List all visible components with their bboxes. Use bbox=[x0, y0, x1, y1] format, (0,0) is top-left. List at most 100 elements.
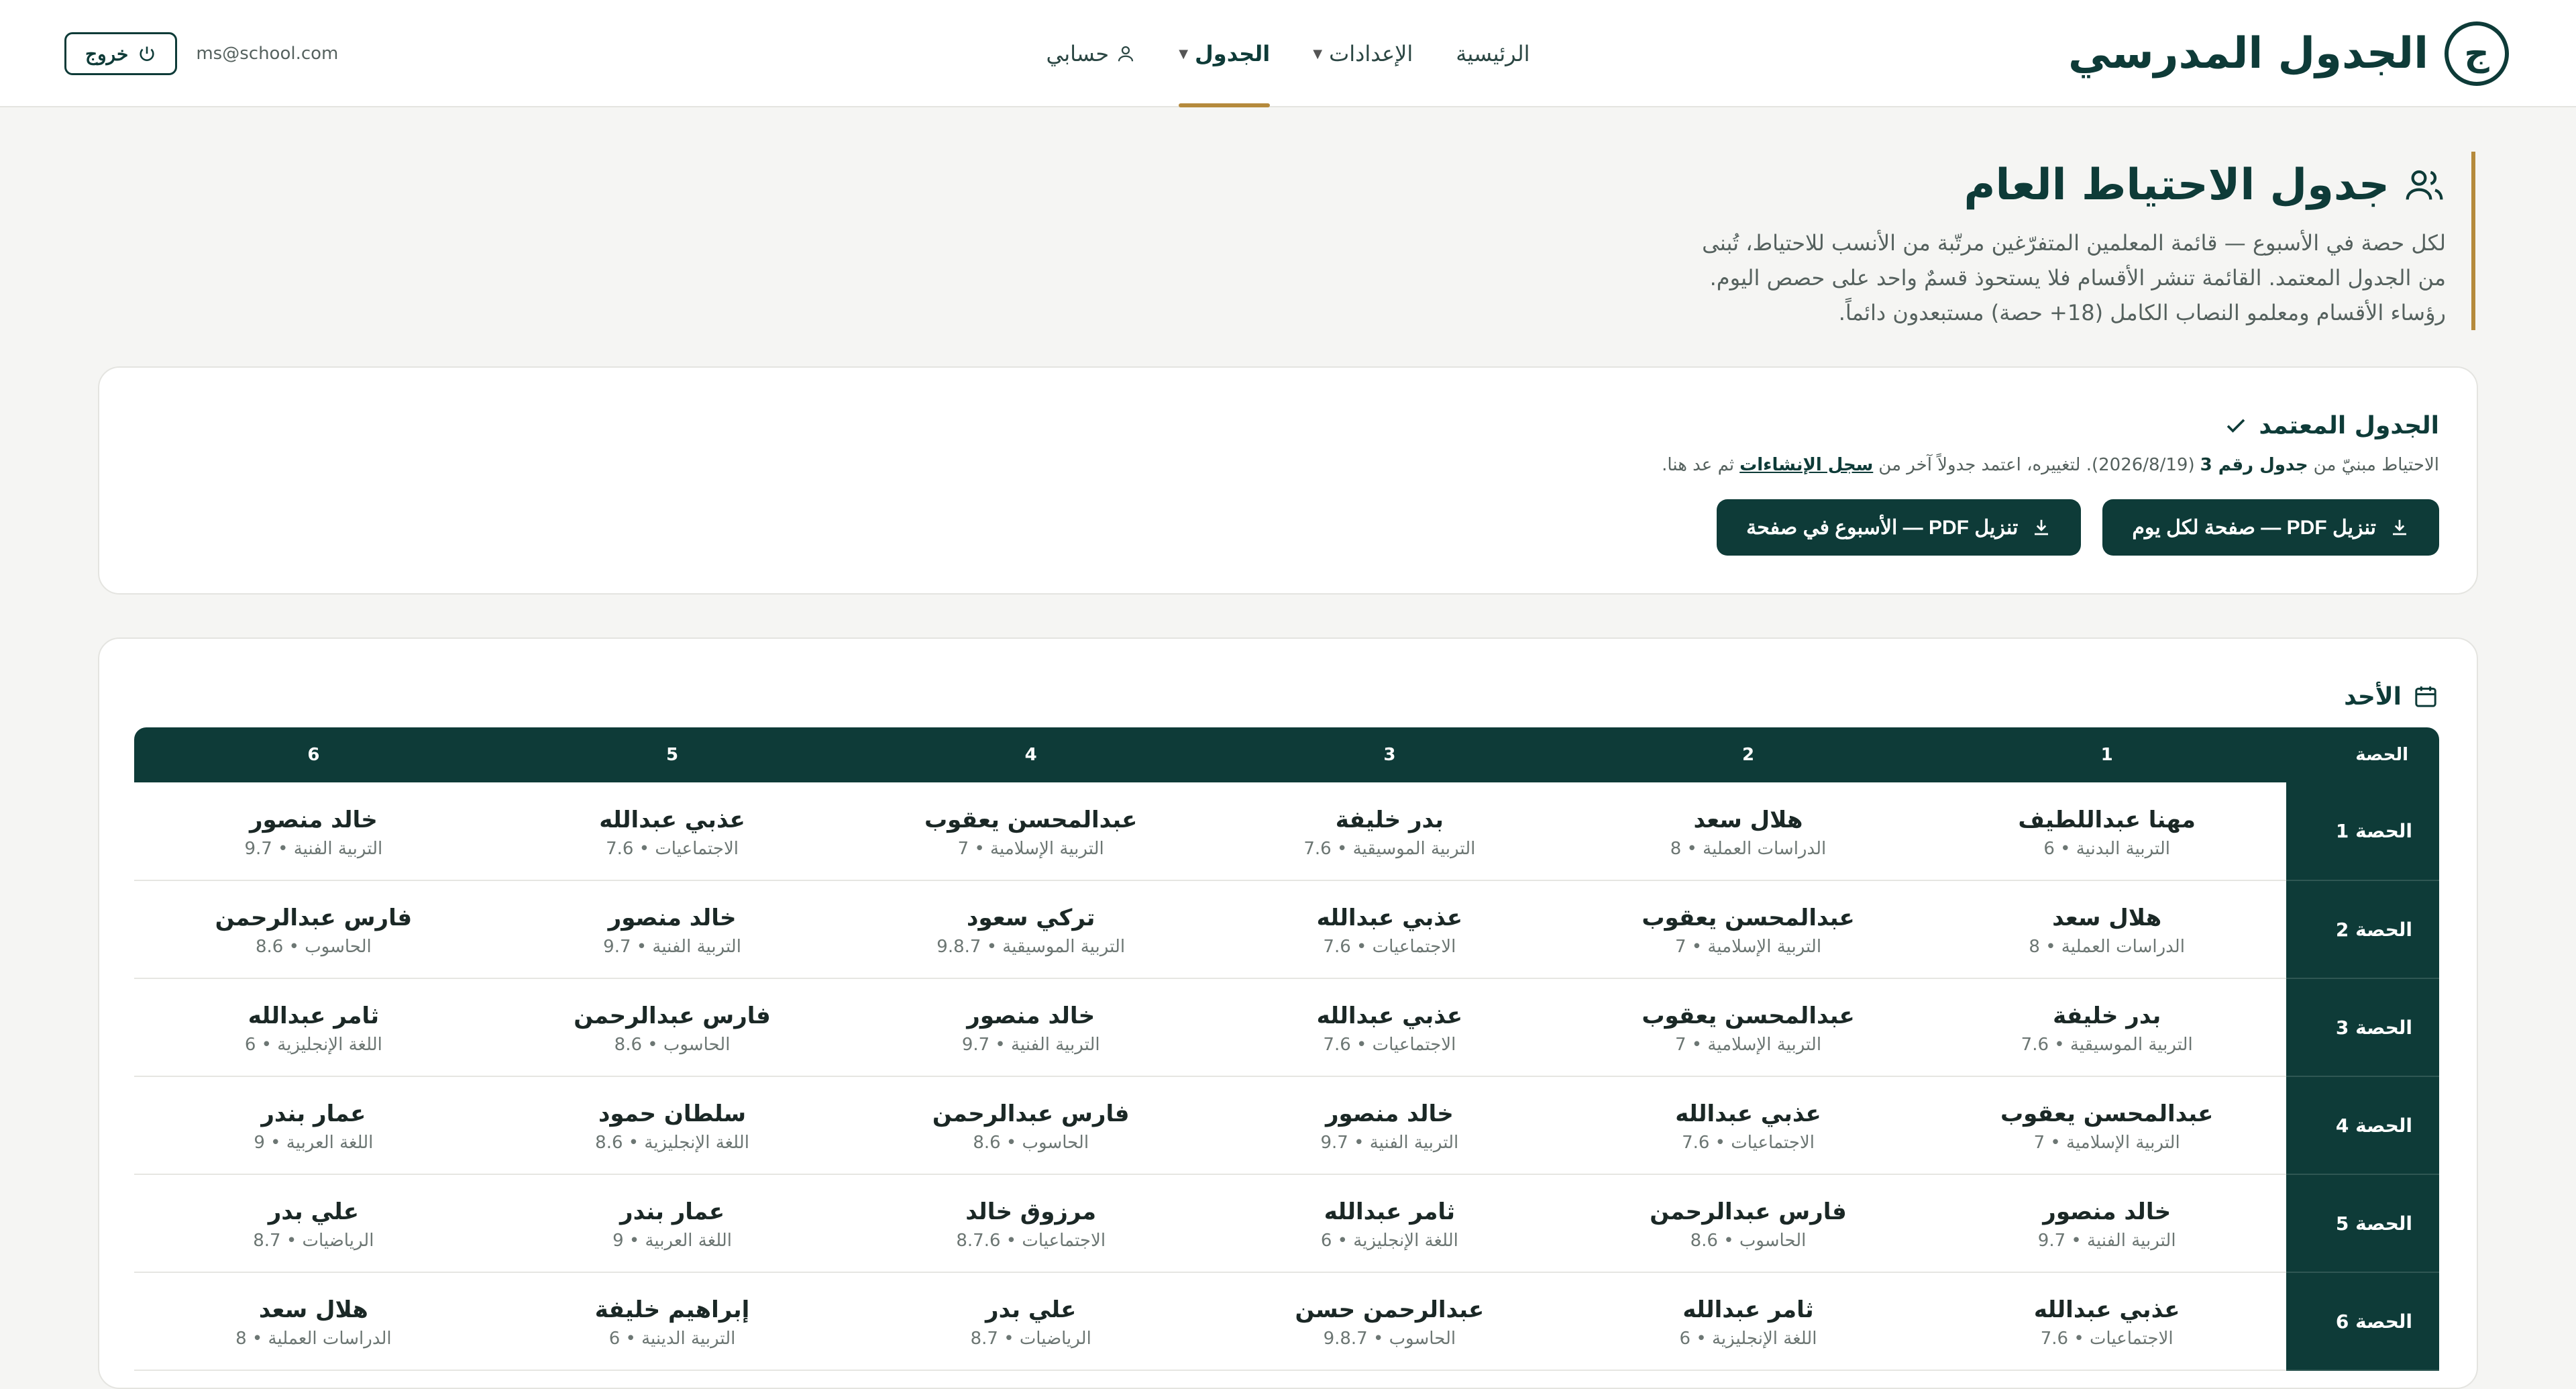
teacher-subject: الاجتماعيات • 7.6 bbox=[1323, 1035, 1456, 1055]
download-pdf-per-day-button[interactable]: تنزيل PDF — صفحة لكل يوم bbox=[2102, 499, 2439, 556]
standby-timetable: الحصة 1 2 3 4 5 6 الحصة 1 مهنا عبداللطيف ا… bbox=[134, 727, 2439, 1371]
teacher-name: عمار بندر bbox=[261, 1100, 366, 1127]
teacher-cell[interactable]: ثامر عبدالله اللغة الإنجليزية • 6 bbox=[1568, 1272, 1928, 1371]
teacher-subject: التربية الفنية • 9.7 bbox=[244, 838, 383, 859]
teacher-cell[interactable]: علي بدر الرياضيات • 8.7 bbox=[851, 1272, 1211, 1371]
teacher-subject: الاجتماعيات • 8.7.6 bbox=[956, 1231, 1106, 1251]
builds-log-link[interactable]: سجل الإنشاءات bbox=[1739, 455, 1873, 475]
teacher-subject: الرياضيات • 8.7 bbox=[970, 1329, 1091, 1349]
teacher-cell[interactable]: عذبي عبدالله الاجتماعيات • 7.6 bbox=[1568, 1076, 1928, 1175]
teacher-cell[interactable]: بدر خليفة التربية الموسيقية • 7.6 bbox=[1927, 978, 2286, 1077]
column-header: 4 bbox=[851, 727, 1211, 782]
nav-account-label: حسابي bbox=[1046, 41, 1110, 66]
teacher-subject: اللغة الإنجليزية • 6 bbox=[244, 1035, 382, 1055]
teacher-subject: الحاسوب • 8.6 bbox=[1690, 1231, 1807, 1251]
teacher-name: ثامر عبدالله bbox=[248, 1002, 379, 1029]
teacher-cell[interactable]: عبدالمحسن يعقوب التربية الإسلامية • 7 bbox=[1927, 1076, 2286, 1175]
teacher-name: ثامر عبدالله bbox=[1682, 1296, 1814, 1323]
teacher-cell[interactable]: ثامر عبدالله اللغة الإنجليزية • 6 bbox=[134, 978, 493, 1077]
table-row: الحصة 3 بدر خليفة التربية الموسيقية • 7.6 ع… bbox=[134, 978, 2439, 1077]
teacher-cell[interactable]: عذبي عبدالله الاجتماعيات • 7.6 bbox=[1210, 978, 1569, 1077]
teacher-cell[interactable]: إبراهيم خليفة التربية الدينية • 6 bbox=[492, 1272, 852, 1371]
teacher-cell[interactable]: هلال سعد الدراسات العملية • 8 bbox=[1927, 880, 2286, 979]
note-text: الاحتياط مبنيّ من bbox=[2313, 455, 2439, 475]
teacher-cell[interactable]: عبدالمحسن يعقوب التربية الإسلامية • 7 bbox=[1568, 880, 1928, 979]
teacher-subject: الحاسوب • 8.6 bbox=[255, 937, 372, 957]
teacher-cell[interactable]: فارس عبدالرحمن الحاسوب • 8.6 bbox=[134, 880, 493, 979]
logout-button[interactable]: خروج bbox=[64, 32, 178, 75]
teacher-subject: الرياضيات • 8.7 bbox=[253, 1231, 374, 1251]
column-header: 2 bbox=[1568, 727, 1928, 782]
brand[interactable]: ج الجدول المدرسي bbox=[2068, 20, 2509, 87]
teacher-name: مهنا عبداللطيف bbox=[2018, 806, 2196, 833]
teacher-subject: الاجتماعيات • 7.6 bbox=[1323, 937, 1456, 957]
nav-settings[interactable]: الإعدادات ▼ bbox=[1313, 0, 1413, 107]
teacher-name: عبدالمحسن يعقوب bbox=[924, 806, 1138, 833]
teacher-cell[interactable]: عذبي عبدالله الاجتماعيات • 7.6 bbox=[492, 782, 852, 881]
brand-logo-icon: ج bbox=[2445, 21, 2509, 86]
schedule-number: جدول رقم 3 bbox=[2200, 455, 2308, 475]
top-navbar: ج الجدول المدرسي الرئيسية الإعدادات ▼ ال… bbox=[0, 0, 2576, 107]
teacher-cell[interactable]: عبدالرحمن حسن الحاسوب • 9.8.7 bbox=[1210, 1272, 1569, 1371]
teacher-cell[interactable]: عمار بندر اللغة العربية • 9 bbox=[134, 1076, 493, 1175]
calendar-icon bbox=[2415, 686, 2436, 707]
teacher-cell[interactable]: سلطان حمود اللغة الإنجليزية • 8.6 bbox=[492, 1076, 852, 1175]
teacher-cell[interactable]: مرزوق خالد الاجتماعيات • 8.7.6 bbox=[851, 1174, 1211, 1273]
users-icon bbox=[2406, 170, 2443, 200]
teacher-cell[interactable]: عبدالمحسن يعقوب التربية الإسلامية • 7 bbox=[1568, 978, 1928, 1077]
approved-schedule-card: الجدول المعتمد الاحتياط مبنيّ من جدول رق… bbox=[98, 366, 2478, 595]
teacher-name: عذبي عبدالله bbox=[1316, 905, 1463, 931]
chevron-down-icon: ▼ bbox=[1313, 46, 1323, 61]
teacher-subject: التربية الإسلامية • 7 bbox=[1674, 1035, 1822, 1055]
day-name: الأحد bbox=[2344, 682, 2402, 711]
header-account-area: خروج ms@school.com bbox=[64, 32, 338, 75]
teacher-cell[interactable]: هلال سعد الدراسات العملية • 8 bbox=[1568, 782, 1928, 881]
teacher-name: سلطان حمود bbox=[598, 1100, 747, 1127]
download-week-label: تنزيل PDF — الأسبوع في صفحة bbox=[1746, 516, 2019, 539]
teacher-subject: الدراسات العملية • 8 bbox=[2029, 937, 2185, 957]
teacher-cell[interactable]: فارس عبدالرحمن الحاسوب • 8.6 bbox=[851, 1076, 1211, 1175]
main-nav: الرئيسية الإعدادات ▼ الجدول ▼ حسابي bbox=[1046, 0, 1529, 107]
user-icon bbox=[1118, 46, 1134, 62]
nav-schedule[interactable]: الجدول ▼ bbox=[1179, 0, 1271, 107]
teacher-cell[interactable]: خالد منصور التربية الفنية • 9.7 bbox=[492, 880, 852, 979]
teacher-name: عذبي عبدالله bbox=[1316, 1002, 1463, 1029]
teacher-cell[interactable]: عذبي عبدالله الاجتماعيات • 7.6 bbox=[1927, 1272, 2286, 1371]
column-header: 6 bbox=[134, 727, 493, 782]
teacher-cell[interactable]: علي بدر الرياضيات • 8.7 bbox=[134, 1174, 493, 1273]
day-heading: الأحد bbox=[2344, 676, 2439, 717]
teacher-cell[interactable]: عذبي عبدالله الاجتماعيات • 7.6 bbox=[1210, 880, 1569, 979]
teacher-cell[interactable]: فارس عبدالرحمن الحاسوب • 8.6 bbox=[492, 978, 852, 1077]
user-email: ms@school.com bbox=[196, 44, 339, 64]
nav-home[interactable]: الرئيسية bbox=[1456, 0, 1529, 107]
table-row: الحصة 2 هلال سعد الدراسات العملية • 8 عبدال… bbox=[134, 880, 2439, 979]
download-pdf-week-button[interactable]: تنزيل PDF — الأسبوع في صفحة bbox=[1717, 499, 2082, 556]
teacher-cell[interactable]: تركي سعود التربية الموسيقية • 9.8.7 bbox=[851, 880, 1211, 979]
period-label: الحصة 1 bbox=[2286, 782, 2439, 881]
teacher-subject: التربية الإسلامية • 7 bbox=[1674, 937, 1822, 957]
teacher-cell[interactable]: فارس عبدالرحمن الحاسوب • 8.6 bbox=[1568, 1174, 1928, 1273]
teacher-cell[interactable]: بدر خليفة التربية الموسيقية • 7.6 bbox=[1210, 782, 1569, 881]
teacher-name: خالد منصور bbox=[608, 905, 737, 931]
teacher-cell[interactable]: عبدالمحسن يعقوب التربية الإسلامية • 7 bbox=[851, 782, 1211, 881]
teacher-name: فارس عبدالرحمن bbox=[1650, 1198, 1847, 1225]
teacher-cell[interactable]: خالد منصور التربية الفنية • 9.7 bbox=[1927, 1174, 2286, 1273]
teacher-cell[interactable]: هلال سعد الدراسات العملية • 8 bbox=[134, 1272, 493, 1371]
teacher-subject: الاجتماعيات • 7.6 bbox=[606, 838, 739, 859]
teacher-cell[interactable]: مهنا عبداللطيف التربية البدنية • 6 bbox=[1927, 782, 2286, 881]
teacher-cell[interactable]: عمار بندر اللغة العربية • 9 bbox=[492, 1174, 852, 1273]
teacher-subject: التربية البدنية • 6 bbox=[2043, 838, 2171, 859]
period-label: الحصة 3 bbox=[2286, 978, 2439, 1077]
nav-schedule-label: الجدول bbox=[1195, 41, 1271, 66]
teacher-cell[interactable]: خالد منصور التربية الفنية • 9.7 bbox=[1210, 1076, 1569, 1175]
teacher-name: عبدالمحسن يعقوب bbox=[1642, 1002, 1855, 1029]
nav-account[interactable]: حسابي bbox=[1046, 0, 1136, 107]
chevron-down-icon: ▼ bbox=[1179, 46, 1189, 61]
teacher-name: مرزوق خالد bbox=[965, 1198, 1097, 1225]
teacher-cell[interactable]: خالد منصور التربية الفنية • 9.7 bbox=[851, 978, 1211, 1077]
teacher-cell[interactable]: خالد منصور التربية الفنية • 9.7 bbox=[134, 782, 493, 881]
teacher-subject: اللغة العربية • 9 bbox=[254, 1133, 374, 1153]
period-label: الحصة 6 bbox=[2286, 1272, 2439, 1371]
teacher-cell[interactable]: ثامر عبدالله اللغة الإنجليزية • 6 bbox=[1210, 1174, 1569, 1273]
column-header: 1 bbox=[1927, 727, 2286, 782]
